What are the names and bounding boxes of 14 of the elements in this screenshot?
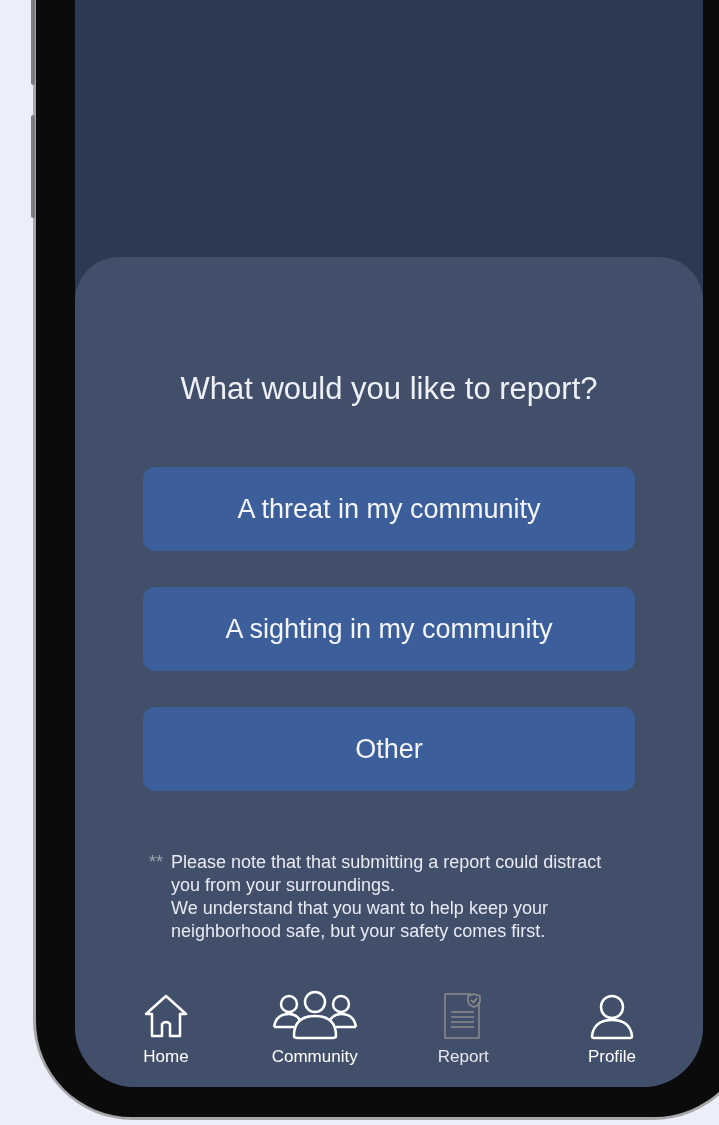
tab-bar-item[interactable]: Profile	[551, 993, 672, 1069]
note-marker: **	[149, 851, 163, 874]
people-group-icon	[271, 989, 358, 1040]
safety-note: Please note that that submitting a report could distract you from your surroundings.	[171, 851, 603, 897]
report-option-button[interactable]: A threat in my community	[143, 467, 635, 551]
safety-note: We understand that you want to help keep your neighborhood safe, but your safety comes first.	[171, 897, 549, 943]
person-icon	[589, 993, 634, 1040]
document-shield-icon	[443, 991, 484, 1040]
tab-bar-item[interactable]: Community	[254, 989, 375, 1069]
sheet-title: What would you like to report?	[180, 370, 598, 408]
report-option-button[interactable]: Other	[143, 707, 635, 791]
report-option-button[interactable]: A sighting in my community	[143, 587, 635, 671]
tab-bar-item[interactable]: Home	[106, 991, 226, 1069]
tab-bar-item[interactable]: Report	[403, 991, 524, 1069]
